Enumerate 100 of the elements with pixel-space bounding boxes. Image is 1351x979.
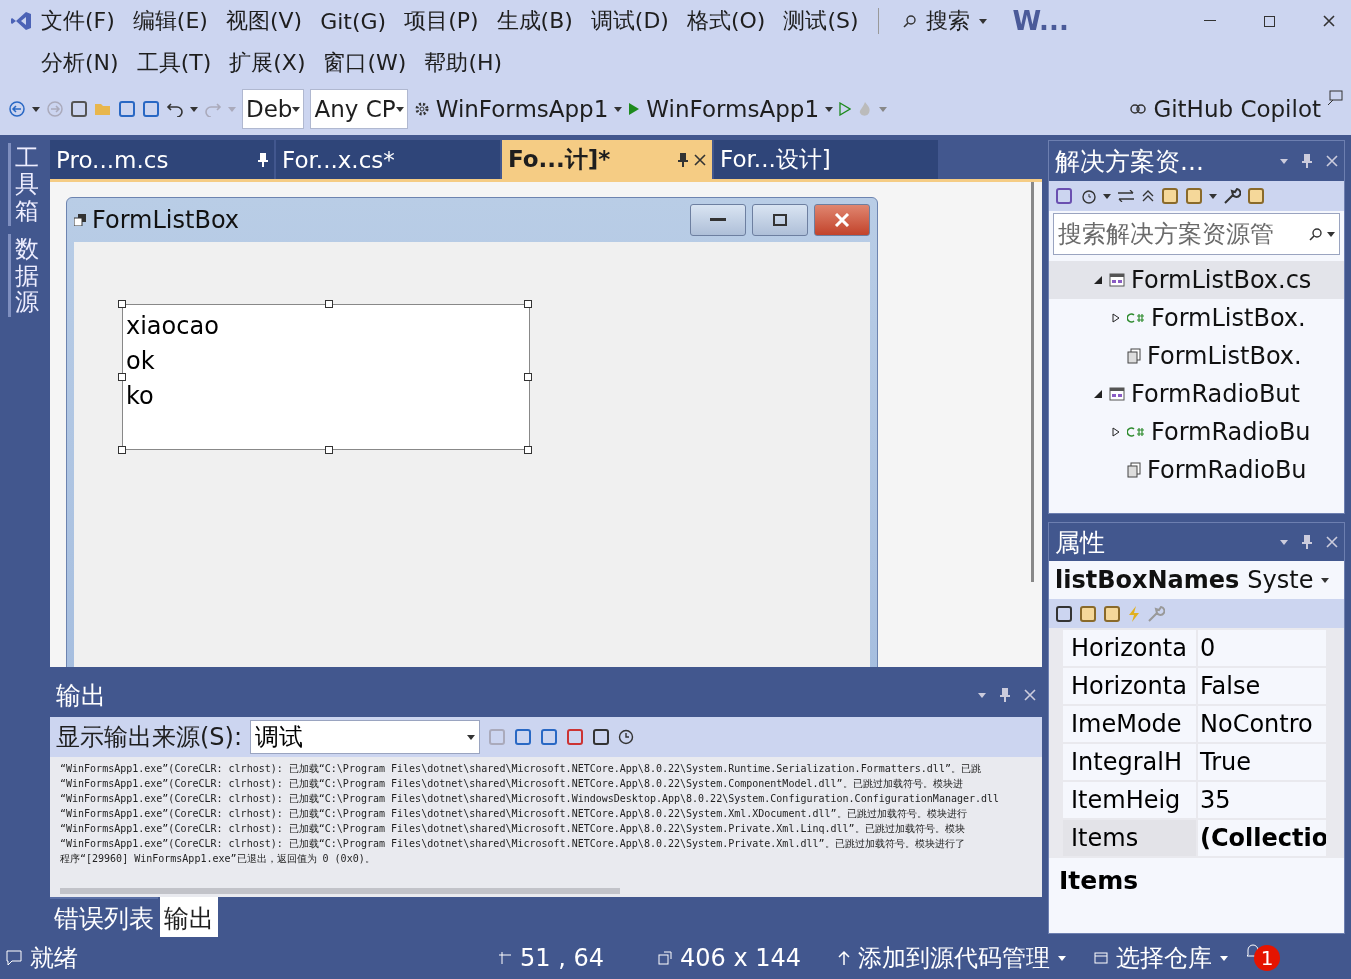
caret-icon[interactable] xyxy=(1058,955,1066,961)
list-item[interactable]: xiaocao xyxy=(126,309,526,344)
sync-icon[interactable] xyxy=(1117,190,1135,202)
minimize-icon[interactable] xyxy=(1204,20,1216,22)
property-name[interactable]: IntegralH xyxy=(1063,743,1198,782)
search-field[interactable]: 搜索解决方案资源管 xyxy=(1053,213,1340,255)
start-button[interactable]: WinFormsApp1 xyxy=(646,96,820,122)
collapsed-icon[interactable] xyxy=(1111,427,1121,437)
menu-item[interactable]: 分析(N) xyxy=(32,48,128,78)
property-value[interactable]: 35 xyxy=(1198,781,1326,820)
menu-item[interactable]: 测试(S) xyxy=(774,6,868,36)
pin-icon[interactable] xyxy=(1000,688,1010,702)
expanded-icon[interactable] xyxy=(1093,275,1103,285)
resize-handle[interactable] xyxy=(325,446,333,454)
resize-handle[interactable] xyxy=(524,446,532,454)
menu-item[interactable]: 生成(B) xyxy=(487,6,582,36)
property-value[interactable]: False xyxy=(1198,667,1326,706)
expanded-icon[interactable] xyxy=(1093,389,1103,399)
close-icon[interactable] xyxy=(694,153,706,166)
collapse-icon[interactable] xyxy=(1141,189,1155,203)
list-item[interactable]: ok xyxy=(126,344,526,379)
repository-button[interactable]: 选择仓库 xyxy=(1116,942,1212,974)
copilot-icon[interactable] xyxy=(1129,101,1148,117)
resize-handle[interactable] xyxy=(524,300,532,308)
pin-icon[interactable] xyxy=(1302,154,1312,168)
caret-icon[interactable] xyxy=(32,106,40,112)
menu-item[interactable]: 工具(T) xyxy=(127,48,221,78)
menu-item[interactable]: 窗口(W) xyxy=(314,48,416,78)
caret-icon[interactable] xyxy=(1327,231,1335,237)
resize-handle[interactable] xyxy=(524,373,532,381)
list-box[interactable]: xiaocao ok ko xyxy=(122,304,530,450)
caret-icon[interactable] xyxy=(292,106,301,112)
property-value[interactable]: 0 xyxy=(1198,629,1326,668)
document-tab[interactable]: For...设计] xyxy=(714,140,938,179)
document-tab[interactable]: Fo...计]* xyxy=(502,140,712,179)
maximize-button[interactable] xyxy=(752,204,808,236)
property-name[interactable]: Horizonta xyxy=(1063,667,1198,706)
menu-item[interactable]: 文件(F) xyxy=(32,6,124,36)
wrench-icon[interactable] xyxy=(1223,187,1241,205)
platform-dropdown[interactable]: Any CP xyxy=(310,89,408,129)
list-item[interactable]: ko xyxy=(126,379,526,414)
side-tab[interactable]: 数据源 xyxy=(7,234,43,318)
menu-item[interactable]: 项目(P) xyxy=(395,6,488,36)
source-control-button[interactable]: 添加到源代码管理 xyxy=(858,942,1050,974)
source-dropdown[interactable]: 调试 xyxy=(250,720,481,754)
search-button[interactable]: 搜索 xyxy=(916,6,979,36)
configuration-dropdown[interactable]: Deb xyxy=(242,89,305,129)
menu-item[interactable]: 扩展(X) xyxy=(220,48,315,78)
document-tab[interactable]: For...x.cs* xyxy=(276,140,500,179)
collapsed-icon[interactable] xyxy=(1111,313,1121,323)
panel-tab[interactable]: 输出 xyxy=(160,897,218,937)
tree-item[interactable]: FormListBox. xyxy=(1049,337,1344,375)
maximize-icon[interactable] xyxy=(1264,15,1275,27)
search-icon[interactable] xyxy=(902,14,917,28)
menu-item[interactable]: 编辑(E) xyxy=(123,6,217,36)
feedback-icon[interactable] xyxy=(1327,90,1343,106)
play-outline-icon[interactable] xyxy=(839,102,852,116)
pin-icon[interactable] xyxy=(258,152,268,167)
property-name[interactable]: ImeMode xyxy=(1063,705,1198,744)
caret-icon[interactable] xyxy=(978,18,987,24)
minimize-button[interactable] xyxy=(690,204,746,236)
resize-handle[interactable] xyxy=(118,300,126,308)
menu-item[interactable]: 格式(O) xyxy=(677,6,775,36)
tree-item[interactable]: FormListBox. xyxy=(1049,299,1344,337)
menu-item[interactable]: 调试(D) xyxy=(581,6,678,36)
menu-item[interactable]: 视图(V) xyxy=(216,6,312,36)
side-tab[interactable]: 工具箱 xyxy=(7,143,43,227)
clock-icon[interactable] xyxy=(618,729,635,745)
property-value[interactable]: True xyxy=(1198,743,1326,782)
tree-item[interactable]: FormRadioBut xyxy=(1049,375,1344,413)
resize-handle[interactable] xyxy=(325,300,333,308)
caret-icon[interactable] xyxy=(1321,577,1330,583)
pin-icon[interactable] xyxy=(678,152,688,167)
caret-icon[interactable] xyxy=(1103,193,1111,199)
close-icon[interactable] xyxy=(1323,15,1335,27)
tree-item[interactable]: FormRadioBu xyxy=(1049,451,1344,489)
resize-handle[interactable] xyxy=(118,373,126,381)
caret-icon[interactable] xyxy=(614,106,623,112)
document-tab[interactable]: Pro...m.cs xyxy=(50,140,274,179)
project-selector[interactable]: WinFormsApp1 xyxy=(435,96,609,122)
caret-icon[interactable] xyxy=(825,106,834,112)
caret-icon[interactable] xyxy=(1209,193,1217,199)
menu-item[interactable]: 帮助(H) xyxy=(415,48,512,78)
caret-icon[interactable] xyxy=(190,106,198,112)
copilot-button[interactable]: GitHub Copilot xyxy=(1153,96,1321,122)
property-name[interactable]: Horizonta xyxy=(1063,629,1198,668)
caret-icon[interactable] xyxy=(1220,955,1228,961)
close-button[interactable] xyxy=(814,204,870,236)
tree-item[interactable]: FormListBox.cs xyxy=(1049,261,1344,299)
property-name[interactable]: Items xyxy=(1063,819,1198,858)
pin-icon[interactable] xyxy=(1302,535,1312,550)
history-icon[interactable] xyxy=(1079,187,1097,205)
tree-item[interactable]: FormRadioBu xyxy=(1049,413,1344,451)
resize-handle[interactable] xyxy=(118,446,126,454)
property-name[interactable]: ItemHeig xyxy=(1063,781,1198,820)
caret-icon[interactable] xyxy=(395,106,404,112)
property-value[interactable]: NoContro xyxy=(1198,705,1326,744)
caret-icon[interactable] xyxy=(467,734,476,740)
play-icon[interactable] xyxy=(628,102,641,116)
undo-icon[interactable] xyxy=(166,101,184,117)
